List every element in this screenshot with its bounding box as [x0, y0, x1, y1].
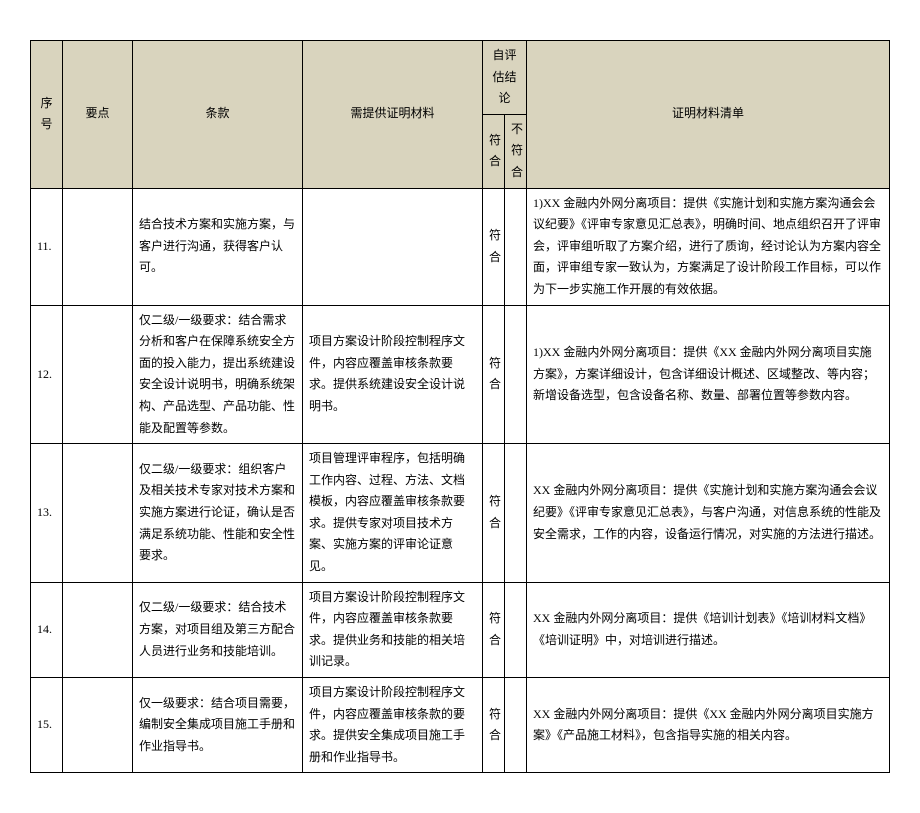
- evaluation-table: 序号 要点 条款 需提供证明材料 自评估结论 证明材料清单 符合 不符合 11.…: [30, 40, 890, 773]
- cell-nonconform: [505, 678, 527, 773]
- cell-nonconform: [505, 444, 527, 583]
- table-row: 12. 仅二级/一级要求：结合需求分析和客户在保障系统安全方面的投入能力，提出系…: [31, 305, 890, 444]
- cell-no: 12.: [31, 305, 63, 444]
- table-header: 序号 要点 条款 需提供证明材料 自评估结论 证明材料清单 符合 不符合: [31, 41, 890, 189]
- cell-no: 15.: [31, 678, 63, 773]
- cell-conform: 符合: [483, 444, 505, 583]
- cell-conform: 符合: [483, 678, 505, 773]
- cell-conform: 符合: [483, 582, 505, 677]
- cell-point: [63, 582, 133, 677]
- table-row: 14. 仅二级/一级要求：结合技术方案，对项目组及第三方配合人员进行业务和技能培…: [31, 582, 890, 677]
- cell-clause: 仅二级/一级要求：结合需求分析和客户在保障系统安全方面的投入能力，提出系统建设安…: [133, 305, 303, 444]
- cell-conform: 符合: [483, 305, 505, 444]
- cell-clause: 结合技术方案和实施方案，与客户进行沟通，获得客户认可。: [133, 188, 303, 305]
- cell-list: 1)XX 金融内外网分离项目：提供《实施计划和实施方案沟通会会议纪要》《评审专家…: [527, 188, 890, 305]
- cell-point: [63, 305, 133, 444]
- cell-conform: 符合: [483, 188, 505, 305]
- table-body: 11. 结合技术方案和实施方案，与客户进行沟通，获得客户认可。 符合 1)XX …: [31, 188, 890, 773]
- table-row: 15. 仅一级要求：结合项目需要，编制安全集成项目施工手册和作业指导书。 项目方…: [31, 678, 890, 773]
- cell-nonconform: [505, 582, 527, 677]
- cell-nonconform: [505, 305, 527, 444]
- cell-list: XX 金融内外网分离项目：提供《培训计划表》《培训材料文档》《培训证明》中，对培…: [527, 582, 890, 677]
- header-self-eval: 自评估结论: [483, 41, 527, 115]
- cell-no: 14.: [31, 582, 63, 677]
- cell-no: 11.: [31, 188, 63, 305]
- cell-material: 项目方案设计阶段控制程序文件，内容应覆盖审核条款要求。提供系统建设安全设计说明书…: [303, 305, 483, 444]
- cell-list: XX 金融内外网分离项目：提供《XX 金融内外网分离项目实施方案》《产品施工材料…: [527, 678, 890, 773]
- cell-point: [63, 678, 133, 773]
- cell-material: 项目方案设计阶段控制程序文件，内容应覆盖审核条款要求。提供业务和技能的相关培训记…: [303, 582, 483, 677]
- cell-material: 项目管理评审程序，包括明确工作内容、过程、方法、文档模板，内容应覆盖审核条款要求…: [303, 444, 483, 583]
- cell-material: [303, 188, 483, 305]
- header-nonconform: 不符合: [505, 114, 527, 188]
- cell-list: XX 金融内外网分离项目：提供《实施计划和实施方案沟通会会议纪要》《评审专家意见…: [527, 444, 890, 583]
- table-row: 11. 结合技术方案和实施方案，与客户进行沟通，获得客户认可。 符合 1)XX …: [31, 188, 890, 305]
- cell-material: 项目方案设计阶段控制程序文件，内容应覆盖审核条款的要求。提供安全集成项目施工手册…: [303, 678, 483, 773]
- header-no: 序号: [31, 41, 63, 189]
- cell-point: [63, 444, 133, 583]
- cell-point: [63, 188, 133, 305]
- cell-no: 13.: [31, 444, 63, 583]
- cell-nonconform: [505, 188, 527, 305]
- header-point: 要点: [63, 41, 133, 189]
- table-row: 13. 仅二级/一级要求：组织客户及相关技术专家对技术方案和实施方案进行论证，确…: [31, 444, 890, 583]
- cell-list: 1)XX 金融内外网分离项目：提供《XX 金融内外网分离项目实施方案》，方案详细…: [527, 305, 890, 444]
- header-clause: 条款: [133, 41, 303, 189]
- cell-clause: 仅二级/一级要求：组织客户及相关技术专家对技术方案和实施方案进行论证，确认是否满…: [133, 444, 303, 583]
- cell-clause: 仅一级要求：结合项目需要，编制安全集成项目施工手册和作业指导书。: [133, 678, 303, 773]
- header-list: 证明材料清单: [527, 41, 890, 189]
- header-material: 需提供证明材料: [303, 41, 483, 189]
- header-conform: 符合: [483, 114, 505, 188]
- cell-clause: 仅二级/一级要求：结合技术方案，对项目组及第三方配合人员进行业务和技能培训。: [133, 582, 303, 677]
